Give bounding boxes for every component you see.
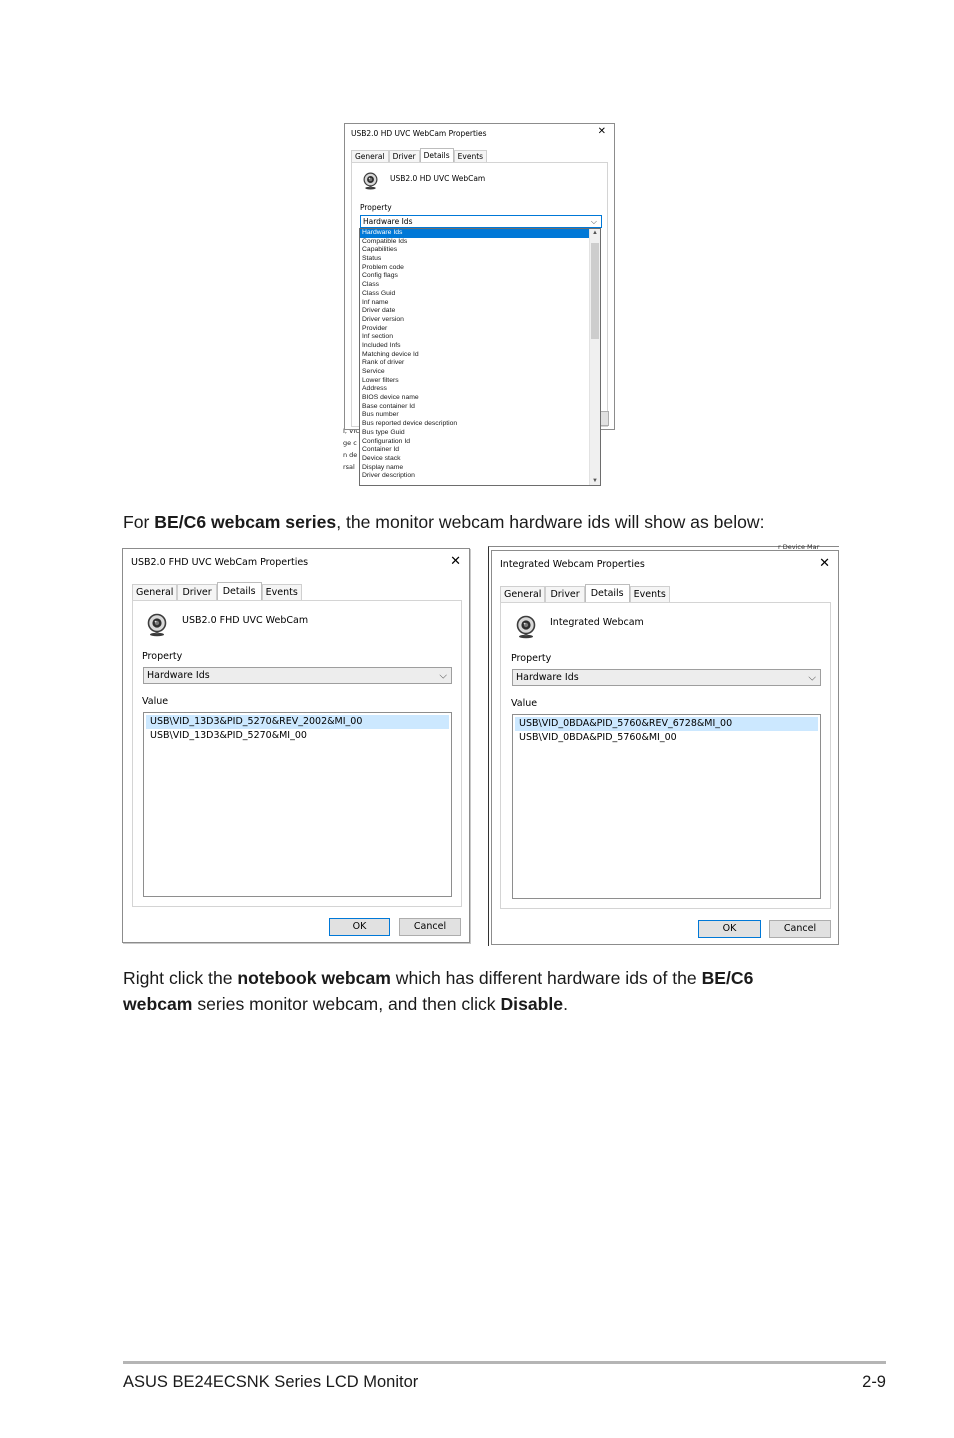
para1-bold: BE/C6 webcam series (154, 512, 337, 532)
dropdown-item[interactable]: Driver date (360, 307, 590, 316)
cancel-button[interactable]: Cancel (399, 918, 461, 936)
dropdown-item[interactable]: Container Id (360, 446, 590, 455)
dropdown-item[interactable]: Class Guid (360, 290, 590, 299)
dropdown-item[interactable]: Device stack (360, 455, 590, 464)
instruction-paragraph: Right click the notebook webcam which ha… (123, 965, 843, 1017)
footer-title: ASUS BE24ECSNK Series LCD Monitor (123, 1373, 419, 1391)
cancel-button[interactable]: Cancel (769, 920, 831, 938)
dialog-title: Integrated Webcam Properties (500, 559, 645, 570)
dropdown-item[interactable]: Class (360, 281, 590, 290)
dropdown-item[interactable]: Driver description (360, 472, 590, 481)
tab-details[interactable]: Details (584, 584, 630, 602)
dropdown-item[interactable]: Compatible Ids (360, 238, 590, 247)
dropdown-item[interactable]: Configuration Id (360, 438, 590, 447)
dropdown-item[interactable]: Inf section (360, 333, 590, 342)
dropdown-item[interactable]: Provider (360, 325, 590, 334)
text-span: . (563, 994, 568, 1014)
property-dropdown-list[interactable]: Hardware Ids Compatible Ids Capabilities St… (359, 228, 601, 486)
dropdown-item[interactable]: Included Infs (360, 342, 590, 351)
property-label: Property (142, 651, 183, 662)
dropdown-item[interactable]: BIOS device name (360, 394, 590, 403)
value-listbox[interactable]: USB\VID_13D3&PID_5270&REV_2002&MI_00 USB… (143, 712, 452, 897)
bold-span: BE/C6 (701, 968, 754, 988)
dialog-title: USB2.0 FHD UVC WebCam Properties (131, 557, 309, 568)
dialog-title: USB2.0 HD UVC WebCam Properties (351, 129, 487, 138)
bold-span: notebook webcam (237, 968, 391, 988)
dropdown-item[interactable]: Base container Id (360, 403, 590, 412)
dropdown-item[interactable]: Inf name (360, 299, 590, 308)
device-name: Integrated Webcam (550, 617, 644, 628)
tab-details[interactable]: Details (216, 582, 262, 600)
dropdown-item[interactable]: Config flags (360, 272, 590, 281)
tab-details[interactable]: Details (419, 148, 454, 162)
webcam-icon (363, 172, 378, 190)
scroll-down-icon[interactable]: ▼ (590, 478, 600, 484)
dropdown-item[interactable]: Status (360, 255, 590, 264)
chevron-down-icon: ⌵ (439, 670, 447, 681)
details-panel: USB2.0 FHD UVC WebCam Property Hardware … (132, 600, 462, 907)
chevron-down-icon: ⌵ (590, 216, 597, 226)
page-number: 2-9 (862, 1373, 886, 1391)
chevron-down-icon: ⌵ (808, 672, 816, 683)
dropdown-item[interactable]: Lower filters (360, 377, 590, 386)
close-icon[interactable]: ✕ (598, 126, 606, 137)
webcam-icon (516, 615, 536, 639)
property-select-value: Hardware Ids (147, 670, 210, 681)
bold-span: Disable (500, 994, 564, 1014)
dropdown-item[interactable]: Service (360, 368, 590, 377)
dropdown-item[interactable]: Capabilities (360, 246, 590, 255)
property-select[interactable]: Hardware Ids ⌵ (143, 667, 452, 684)
webcam-icon (147, 613, 167, 637)
dropdown-scrollbar[interactable]: ▲ ▼ (589, 229, 600, 485)
ok-button[interactable]: OK (329, 918, 390, 936)
bold-span: webcam (123, 994, 193, 1014)
property-label: Property (360, 203, 392, 212)
dropdown-item[interactable]: Address (360, 385, 590, 394)
dropdown-items: Hardware Ids Compatible Ids Capabilities St… (360, 229, 590, 481)
dropdown-item[interactable]: Bus type Guid (360, 429, 590, 438)
scroll-thumb[interactable] (591, 243, 599, 339)
value-row[interactable]: USB\VID_0BDA&PID_5760&REV_6728&MI_00 (515, 717, 818, 731)
property-select-value: Hardware Ids (363, 217, 413, 226)
text-span: series monitor webcam, and then click (192, 994, 501, 1014)
property-label: Property (511, 653, 552, 664)
footer-rule (123, 1361, 886, 1364)
dropdown-item[interactable]: Bus number (360, 411, 590, 420)
intro-paragraph: For BE/C6 webcam series, the monitor web… (123, 509, 765, 535)
value-label: Value (511, 698, 538, 709)
details-panel: Integrated Webcam Property Hardware Ids … (500, 602, 831, 909)
dropdown-item[interactable]: Matching device Id (360, 351, 590, 360)
value-label: Value (142, 696, 169, 707)
scroll-up-icon[interactable]: ▲ (590, 230, 600, 236)
dropdown-item[interactable]: Bus reported device description (360, 420, 590, 429)
properties-dialog-integrated: Integrated Webcam Properties ✕ General D… (491, 550, 839, 945)
dropdown-item[interactable]: Hardware Ids (360, 229, 590, 238)
close-icon[interactable]: ✕ (819, 556, 830, 571)
para1-suffix: , the monitor webcam hardware ids will s… (336, 512, 765, 532)
value-row[interactable]: USB\VID_0BDA&PID_5760&MI_00 (515, 731, 818, 745)
property-select-value: Hardware Ids (516, 672, 579, 683)
value-row[interactable]: USB\VID_13D3&PID_5270&MI_00 (146, 729, 449, 743)
dropdown-item[interactable]: Rank of driver (360, 359, 590, 368)
text-span: Right click the (123, 968, 238, 988)
instruction-line-2: webcam series monitor webcam, and then c… (123, 991, 843, 1017)
close-icon[interactable]: ✕ (450, 554, 461, 569)
device-name: USB2.0 FHD UVC WebCam (182, 615, 309, 626)
value-listbox[interactable]: USB\VID_0BDA&PID_5760&REV_6728&MI_00 USB… (512, 714, 821, 899)
instruction-line-1: Right click the notebook webcam which ha… (123, 965, 843, 991)
device-name: USB2.0 HD UVC WebCam (390, 174, 486, 183)
dropdown-item[interactable]: Driver version (360, 316, 590, 325)
properties-dialog-fhd: USB2.0 FHD UVC WebCam Properties ✕ Gener… (122, 548, 470, 943)
text-span: which has different hardware ids of the (390, 968, 702, 988)
property-select[interactable]: Hardware Ids ⌵ (360, 215, 602, 228)
ok-button[interactable]: OK (698, 920, 761, 938)
property-select[interactable]: Hardware Ids ⌵ (512, 669, 821, 686)
dropdown-item[interactable]: Problem code (360, 264, 590, 273)
para1-prefix: For (123, 512, 155, 532)
dropdown-item[interactable]: Display name (360, 464, 590, 473)
value-row[interactable]: USB\VID_13D3&PID_5270&REV_2002&MI_00 (146, 715, 449, 729)
